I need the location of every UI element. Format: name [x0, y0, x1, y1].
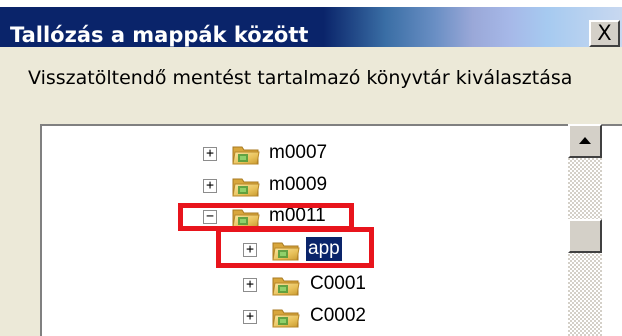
folder-icon — [271, 273, 301, 297]
expand-icon[interactable]: + — [203, 147, 217, 161]
browse-folder-dialog: Tallózás a mappák között X Visszatöltend… — [0, 0, 622, 336]
top-edge — [0, 0, 622, 7]
instruction-text: Visszatöltendő mentést tartalmazó könyvt… — [28, 67, 573, 89]
folder-icon — [231, 174, 261, 198]
tree-node-label[interactable]: m0007 — [267, 141, 329, 165]
title-bar[interactable]: Tallózás a mappák között X — [0, 7, 622, 47]
window-title: Tallózás a mappák között — [10, 23, 309, 47]
expand-icon[interactable]: + — [243, 278, 257, 292]
scroll-up-button[interactable] — [568, 124, 602, 158]
folder-icon — [231, 142, 261, 166]
folder-icon — [271, 305, 301, 329]
tree-node-label[interactable]: C0002 — [308, 304, 368, 328]
expand-icon[interactable]: + — [203, 179, 217, 193]
expand-icon[interactable]: + — [243, 310, 257, 324]
scroll-thumb[interactable] — [568, 219, 602, 253]
close-button[interactable]: X — [589, 20, 620, 47]
tree-node-label[interactable]: m0009 — [267, 173, 329, 197]
tree-node-label[interactable]: C0001 — [308, 272, 368, 296]
up-arrow-icon — [579, 137, 591, 144]
vertical-scrollbar[interactable] — [568, 124, 602, 336]
close-icon: X — [597, 21, 612, 45]
highlight-box-app — [216, 227, 374, 268]
